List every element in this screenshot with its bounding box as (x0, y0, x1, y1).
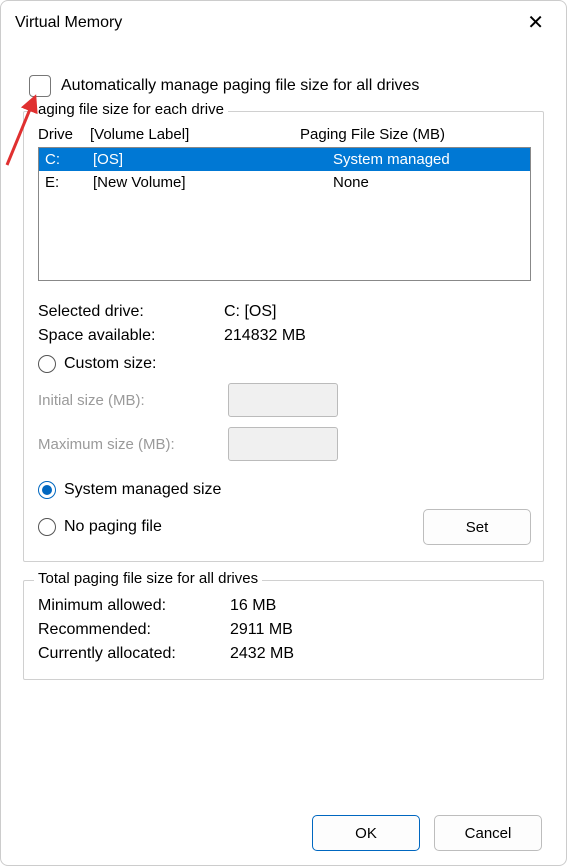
group-totals-legend: Total paging file size for all drives (34, 570, 262, 587)
maximum-size-row: Maximum size (MB): (38, 427, 531, 461)
minimum-allowed-label: Minimum allowed: (38, 597, 230, 615)
initial-size-label: Initial size (MB): (38, 392, 228, 409)
no-paging-file-row[interactable]: No paging file (38, 518, 162, 536)
dialog-title: Virtual Memory (15, 14, 122, 32)
custom-size-radio[interactable] (38, 355, 56, 373)
dialog-footer: OK Cancel (312, 815, 542, 851)
currently-allocated-value: 2432 MB (230, 645, 294, 663)
header-paging-size: Paging File Size (MB) (300, 126, 531, 143)
drive-row[interactable]: E: [New Volume] None (39, 171, 530, 194)
minimum-allowed-value: 16 MB (230, 597, 276, 615)
initial-size-input[interactable] (228, 383, 338, 417)
system-managed-label: System managed size (64, 481, 221, 499)
group-each-drive-legend: aging file size for each drive (34, 101, 228, 118)
group-totals: Total paging file size for all drives Mi… (23, 580, 544, 680)
drive-row-volume: [New Volume] (93, 174, 333, 191)
no-paging-row: No paging file Set (38, 509, 531, 545)
no-paging-radio[interactable] (38, 518, 56, 536)
recommended-row: Recommended: 2911 MB (38, 621, 531, 639)
drive-row[interactable]: C: [OS] System managed (39, 148, 530, 171)
maximum-size-input[interactable] (228, 427, 338, 461)
drive-row-paging: None (333, 174, 524, 191)
selected-drive-label: Selected drive: (38, 303, 224, 321)
drive-row-volume: [OS] (93, 151, 333, 168)
maximum-size-label: Maximum size (MB): (38, 436, 228, 453)
drive-list-header: Drive [Volume Label] Paging File Size (M… (38, 126, 531, 143)
cancel-button[interactable]: Cancel (434, 815, 542, 851)
selected-drive-row: Selected drive: C: [OS] (38, 303, 531, 321)
set-button[interactable]: Set (423, 509, 531, 545)
recommended-value: 2911 MB (230, 621, 293, 639)
currently-allocated-row: Currently allocated: 2432 MB (38, 645, 531, 663)
drive-list[interactable]: C: [OS] System managed E: [New Volume] N… (38, 147, 531, 281)
system-managed-row[interactable]: System managed size (38, 481, 531, 499)
header-volume: [Volume Label] (90, 126, 300, 143)
auto-manage-label: Automatically manage paging file size fo… (61, 77, 419, 95)
system-managed-radio[interactable] (38, 481, 56, 499)
space-available-value: 214832 MB (224, 327, 306, 345)
space-available-row: Space available: 214832 MB (38, 327, 531, 345)
dialog-body: Automatically manage paging file size fo… (1, 45, 566, 714)
currently-allocated-label: Currently allocated: (38, 645, 230, 663)
custom-size-row[interactable]: Custom size: (38, 355, 531, 373)
close-icon[interactable]: ✕ (519, 9, 552, 37)
space-available-label: Space available: (38, 327, 224, 345)
drive-row-letter: C: (45, 151, 93, 168)
auto-manage-row: Automatically manage paging file size fo… (29, 75, 544, 97)
ok-button[interactable]: OK (312, 815, 420, 851)
titlebar: Virtual Memory ✕ (1, 1, 566, 45)
no-paging-label: No paging file (64, 518, 162, 536)
drive-row-letter: E: (45, 174, 93, 191)
recommended-label: Recommended: (38, 621, 230, 639)
minimum-allowed-row: Minimum allowed: 16 MB (38, 597, 531, 615)
auto-manage-checkbox[interactable] (29, 75, 51, 97)
drive-row-paging: System managed (333, 151, 524, 168)
custom-size-label: Custom size: (64, 355, 156, 373)
initial-size-row: Initial size (MB): (38, 383, 531, 417)
group-each-drive: aging file size for each drive Drive [Vo… (23, 111, 544, 562)
header-drive: Drive (38, 126, 90, 143)
selected-drive-value: C: [OS] (224, 303, 276, 321)
